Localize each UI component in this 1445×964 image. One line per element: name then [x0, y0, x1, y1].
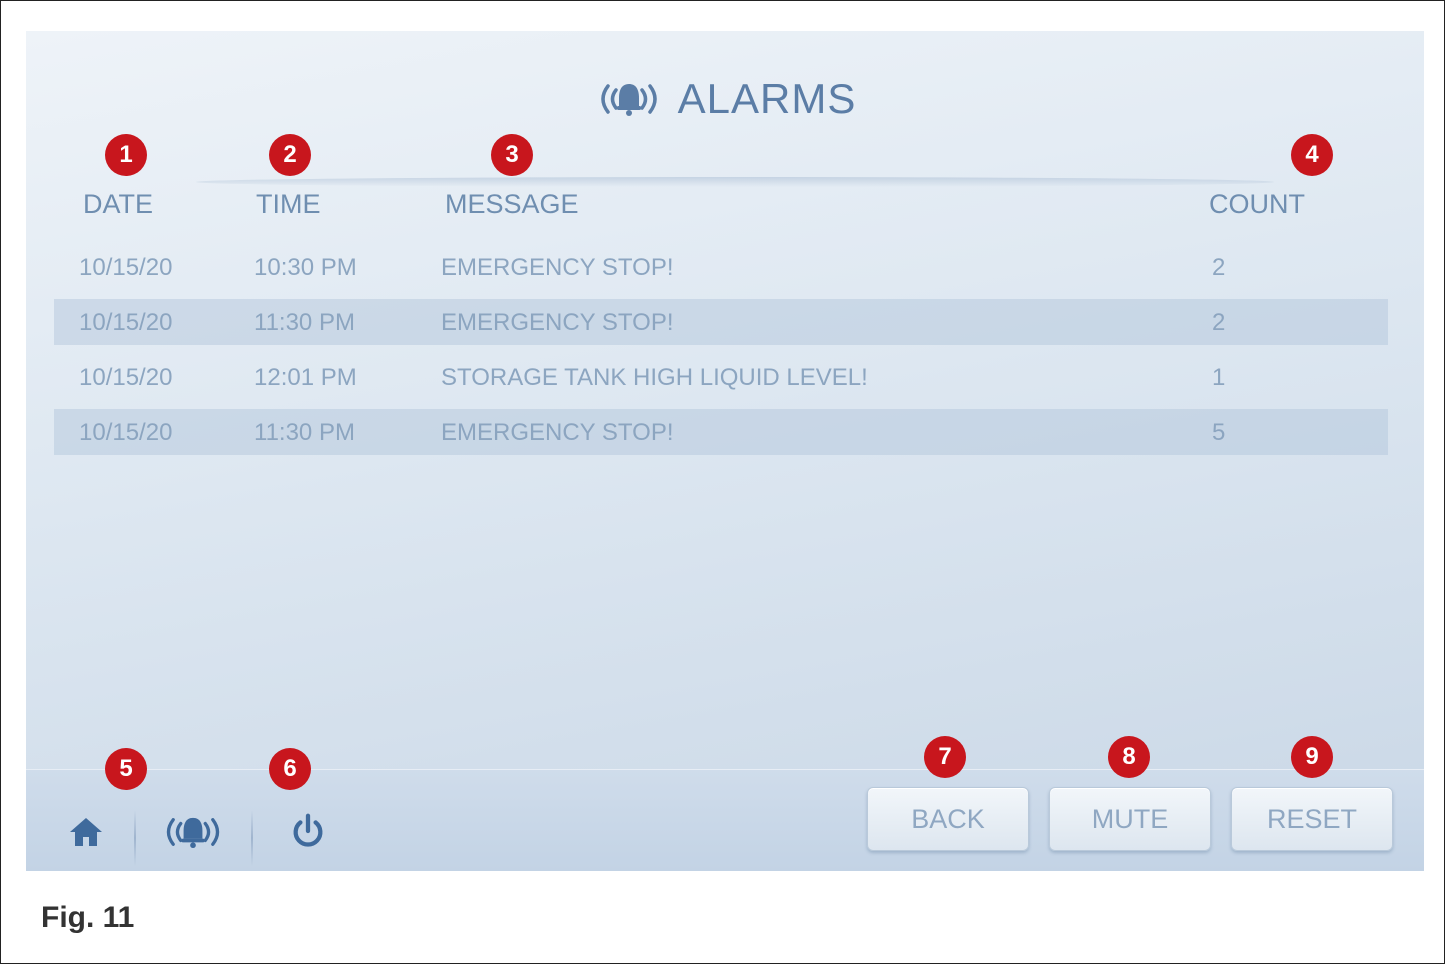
mute-button[interactable]: MUTE	[1049, 787, 1211, 851]
table-row[interactable]: 10/15/20 12:01 PM STORAGE TANK HIGH LIQU…	[54, 354, 1388, 400]
callout-badge-7: 7	[924, 736, 966, 778]
callout-badge-4: 4	[1291, 134, 1333, 176]
column-header-message: MESSAGE	[445, 189, 579, 219]
power-icon[interactable]	[286, 808, 330, 854]
bottom-toolbar	[26, 769, 1424, 871]
callout-badge-6: 6	[269, 748, 311, 790]
home-icon[interactable]	[64, 810, 108, 854]
screen-title-text: ALARMS	[677, 75, 857, 122]
cell-count: 2	[1212, 254, 1226, 281]
callout-badge-8: 8	[1108, 736, 1150, 778]
alarms-screen: ALARMS DATE TIME MESSAGE COUNT 10/15/20 …	[26, 31, 1424, 871]
figure-caption: Fig. 11	[41, 901, 135, 934]
cell-time: 11:30 PM	[254, 309, 355, 336]
cell-time: 11:30 PM	[254, 419, 355, 446]
callout-badge-5: 5	[105, 748, 147, 790]
cell-count: 1	[1212, 364, 1226, 391]
table-row[interactable]: 10/15/20 10:30 PM EMERGENCY STOP! 2	[54, 244, 1388, 290]
cell-date: 10/15/20	[79, 364, 173, 391]
nav-divider	[134, 810, 136, 866]
figure-frame: ALARMS DATE TIME MESSAGE COUNT 10/15/20 …	[0, 0, 1445, 964]
back-button[interactable]: BACK	[867, 787, 1029, 851]
alarm-bell-icon[interactable]	[159, 810, 227, 854]
table-row[interactable]: 10/15/20 11:30 PM EMERGENCY STOP! 2	[54, 299, 1388, 345]
cell-date: 10/15/20	[79, 309, 173, 336]
nav-divider	[251, 810, 253, 866]
cell-message: EMERGENCY STOP!	[441, 254, 674, 281]
cell-message: STORAGE TANK HIGH LIQUID LEVEL!	[441, 364, 868, 391]
cell-message: EMERGENCY STOP!	[441, 419, 674, 446]
cell-message: EMERGENCY STOP!	[441, 309, 674, 336]
column-header-time: TIME	[256, 189, 321, 219]
callout-badge-3: 3	[491, 134, 533, 176]
cell-time: 10:30 PM	[254, 254, 357, 281]
callout-badge-9: 9	[1291, 736, 1333, 778]
screen-title: ALARMS	[26, 75, 1424, 123]
cell-time: 12:01 PM	[254, 364, 357, 391]
reset-button[interactable]: RESET	[1231, 787, 1393, 851]
table-row[interactable]: 10/15/20 11:30 PM EMERGENCY STOP! 5	[54, 409, 1388, 455]
cell-count: 2	[1212, 309, 1226, 336]
cell-count: 5	[1212, 419, 1226, 446]
title-divider	[196, 177, 1274, 187]
callout-badge-1: 1	[105, 134, 147, 176]
column-header-count: COUNT	[1209, 189, 1305, 219]
column-header-date: DATE	[83, 189, 154, 219]
callout-badge-2: 2	[269, 134, 311, 176]
cell-date: 10/15/20	[79, 254, 173, 281]
cell-date: 10/15/20	[79, 419, 173, 446]
alarm-bell-icon	[600, 84, 657, 116]
